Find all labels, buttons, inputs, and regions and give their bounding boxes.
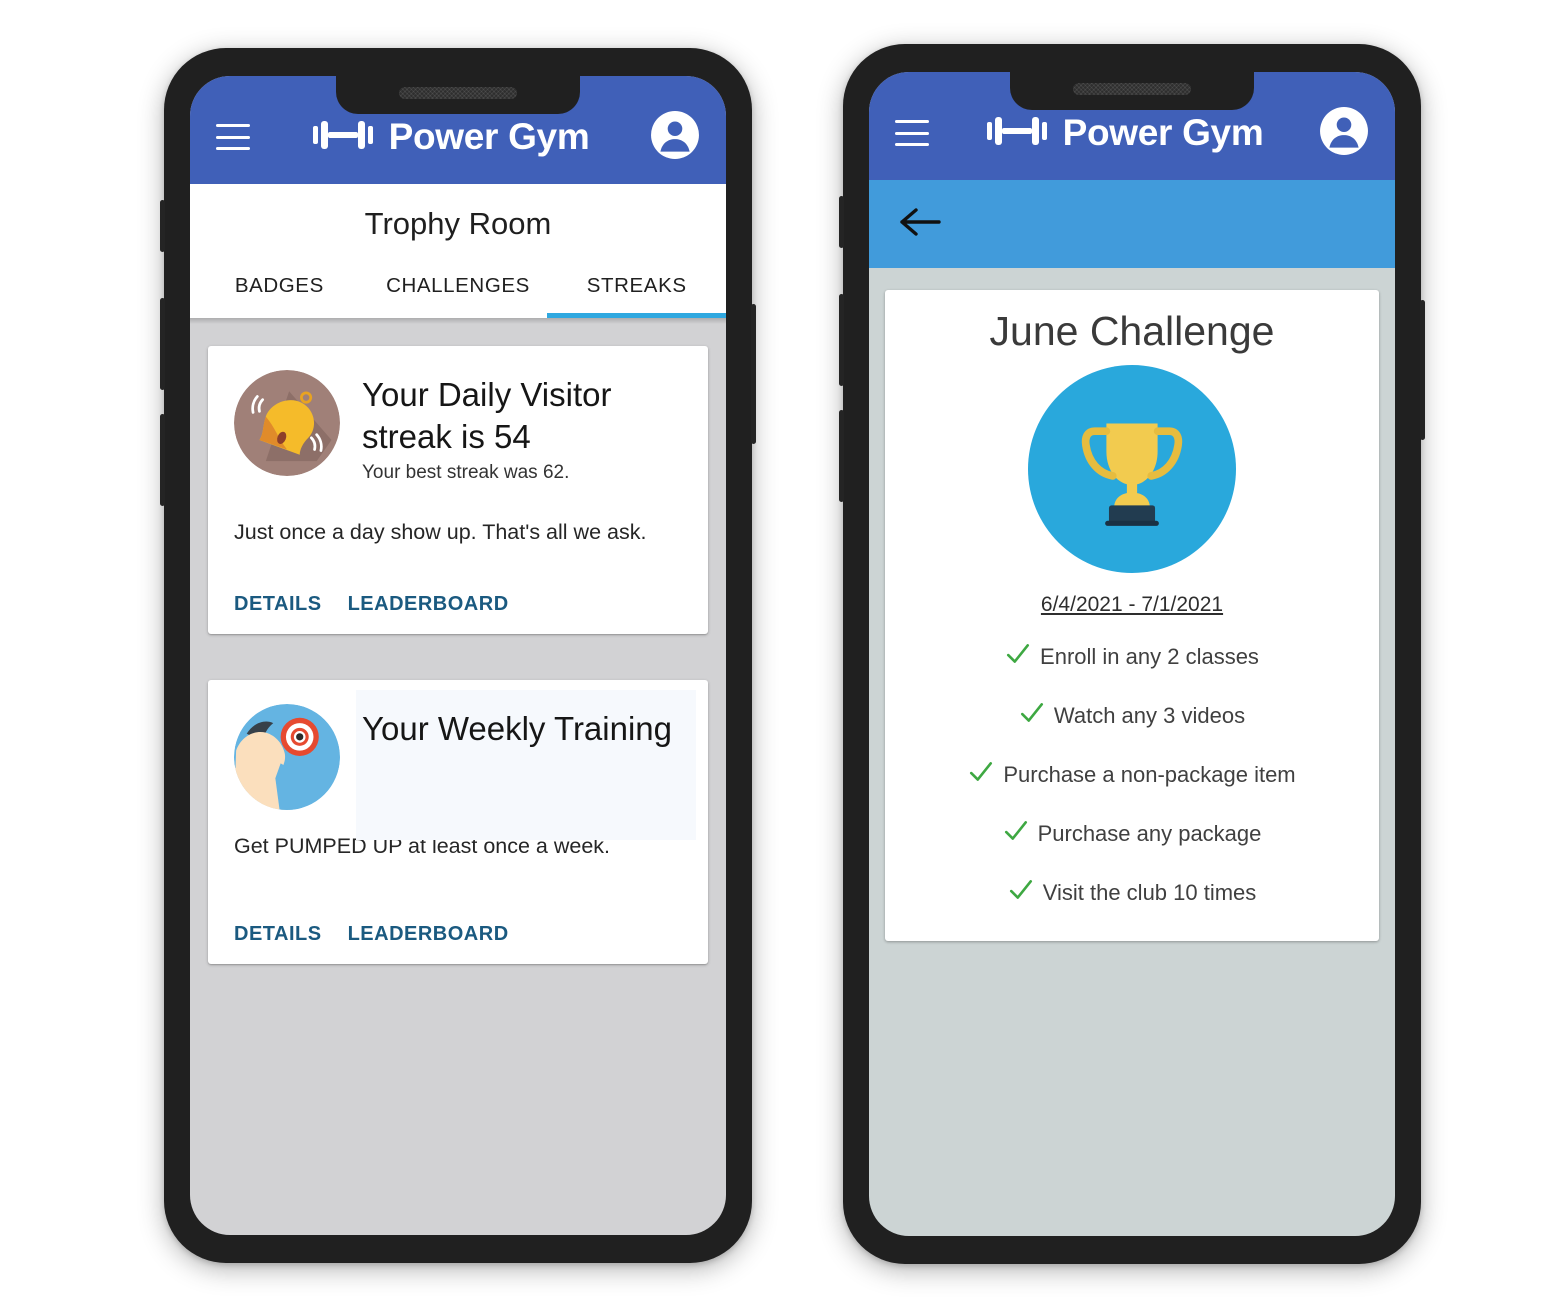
check-icon	[1003, 818, 1029, 850]
details-button-daily-visitor[interactable]: DETAILS	[234, 593, 322, 616]
page-title-bar: Trophy Room	[190, 184, 726, 252]
streak-description: Just once a day show up. That's all we a…	[234, 519, 647, 544]
tab-bar: BADGES CHALLENGES STREAKS	[190, 252, 726, 318]
streak-card-daily-visitor[interactable]: Your Daily Visitor streak is 54 Your bes…	[208, 346, 708, 634]
dumbbell-icon	[311, 118, 377, 157]
account-circle-icon[interactable]	[650, 110, 700, 165]
silent-switch-right-phone[interactable]	[839, 196, 844, 248]
device-notch-right	[1010, 72, 1254, 110]
streak-title: Your Weekly Training	[362, 709, 673, 747]
hamburger-icon[interactable]	[895, 120, 929, 146]
trophy-badge	[1028, 365, 1236, 573]
hamburger-icon[interactable]	[216, 124, 250, 150]
task-label: Purchase a non-package item	[1003, 762, 1296, 787]
leaderboard-button-daily-visitor[interactable]: LEADERBOARD	[348, 593, 509, 616]
earpiece-speaker-icon	[399, 87, 517, 99]
app-brand: Power Gym	[929, 112, 1319, 154]
challenge-card: June Challenge 6/4/2021 - 7/1/2021 Enrol…	[885, 290, 1379, 941]
tab-challenges[interactable]: CHALLENGES	[369, 252, 548, 318]
task-label: Visit the club 10 times	[1042, 880, 1257, 905]
earpiece-speaker-icon	[1073, 83, 1191, 95]
app-title: Power Gym	[1062, 112, 1264, 153]
sub-header-bar	[869, 180, 1395, 268]
check-icon	[1019, 700, 1045, 732]
phone-device-left: Power Gym Trophy Room BADGES CHALLENGES	[160, 48, 756, 1263]
app-title: Power Gym	[388, 116, 590, 157]
streaks-list: Your Daily Visitor streak is 54 Your bes…	[190, 324, 726, 1032]
card-header: Your Weekly Training	[234, 689, 696, 840]
arrow-left-icon[interactable]	[899, 206, 941, 243]
device-notch-left	[336, 76, 580, 114]
flexing-arm-icon	[234, 703, 340, 810]
app-brand: Power Gym	[250, 116, 650, 158]
task-item: Purchase any package	[903, 818, 1361, 850]
silent-switch-left-phone[interactable]	[160, 200, 165, 252]
streak-card-weekly-training[interactable]: Your Weekly Training Get PUMPED UP at le…	[208, 679, 708, 964]
power-button-right-phone[interactable]	[1420, 300, 1425, 440]
streak-best: Your best streak was 62.	[362, 461, 570, 483]
phone-screen-right: Power Gym June Challenge 6/4/2021 - 7/1/…	[869, 72, 1395, 1236]
card-header-text: Your Daily Visitor streak is 54 Your bes…	[362, 370, 682, 484]
check-icon	[968, 759, 994, 791]
leaderboard-button-weekly-training[interactable]: LEADERBOARD	[348, 923, 509, 946]
volume-up-button-right-phone[interactable]	[839, 294, 844, 386]
task-item: Enroll in any 2 classes	[903, 641, 1361, 673]
page-title: Trophy Room	[364, 206, 552, 241]
phone-device-right: Power Gym June Challenge 6/4/2021 - 7/1/…	[839, 44, 1425, 1264]
task-label: Purchase any package	[1037, 821, 1262, 846]
check-icon	[1008, 877, 1034, 909]
screenshot-canvas: Power Gym Trophy Room BADGES CHALLENGES	[0, 0, 1546, 1310]
phone-screen-left: Power Gym Trophy Room BADGES CHALLENGES	[190, 76, 726, 1235]
volume-up-button-left-phone[interactable]	[160, 298, 165, 390]
volume-down-button-left-phone[interactable]	[160, 414, 165, 506]
card-header: Your Daily Visitor streak is 54 Your bes…	[234, 370, 682, 484]
streak-title: Your Daily Visitor streak is 54	[362, 376, 612, 455]
trophy-icon	[1068, 403, 1196, 536]
tab-badges[interactable]: BADGES	[190, 252, 369, 318]
power-button-left-phone[interactable]	[751, 304, 756, 444]
bell-icon	[234, 370, 340, 476]
task-item: Visit the club 10 times	[903, 877, 1361, 909]
dumbbell-icon	[985, 114, 1051, 153]
card-actions: DETAILS LEADERBOARD	[234, 923, 682, 946]
details-button-weekly-training[interactable]: DETAILS	[234, 923, 322, 946]
task-item: Watch any 3 videos	[903, 700, 1361, 732]
challenge-date-range: 6/4/2021 - 7/1/2021	[1040, 593, 1224, 616]
challenge-content: June Challenge 6/4/2021 - 7/1/2021 Enrol…	[869, 268, 1395, 963]
tab-streaks[interactable]: STREAKS	[547, 252, 726, 318]
task-label: Watch any 3 videos	[1053, 703, 1246, 728]
task-label: Enroll in any 2 classes	[1040, 644, 1259, 669]
account-circle-icon[interactable]	[1319, 106, 1369, 161]
card-actions: DETAILS LEADERBOARD	[234, 593, 682, 616]
challenge-title: June Challenge	[989, 308, 1275, 354]
card-header-text: Your Weekly Training	[356, 689, 696, 840]
task-item: Purchase a non-package item	[903, 759, 1361, 791]
challenge-task-list: Enroll in any 2 classes Watch any 3 vide…	[903, 641, 1361, 909]
volume-down-button-right-phone[interactable]	[839, 410, 844, 502]
check-icon	[1005, 641, 1031, 673]
